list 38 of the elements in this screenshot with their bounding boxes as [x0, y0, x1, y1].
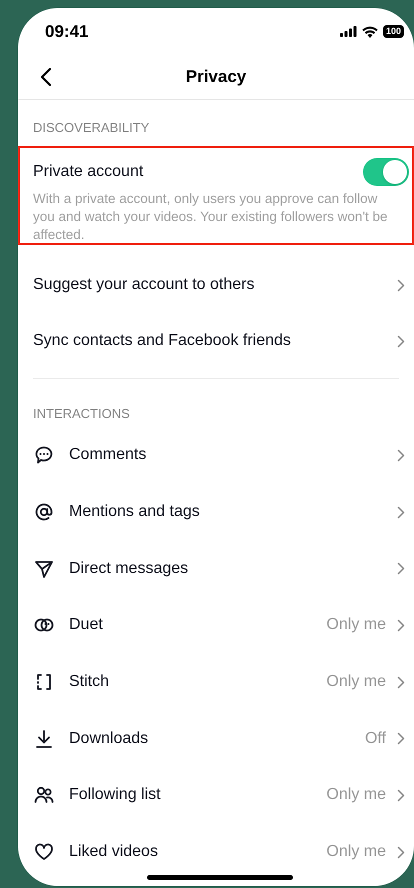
section-heading: INTERACTIONS [33, 405, 130, 424]
people-icon [34, 785, 54, 806]
chevron-icon [397, 788, 405, 802]
signal-icon [340, 26, 357, 37]
wifi-icon [362, 26, 378, 38]
status-time: 09:41 [45, 20, 88, 43]
settings-row[interactable]: Mentions and tags [18, 484, 414, 540]
chevron-icon [397, 278, 405, 292]
download-icon [34, 728, 54, 749]
heart-icon [34, 842, 54, 862]
chevron-icon [397, 334, 405, 348]
chevron-icon [397, 732, 405, 746]
back-icon [40, 67, 52, 87]
settings-row[interactable]: Liked videos Only me [18, 824, 414, 880]
settings-row[interactable]: Direct messages [18, 540, 414, 598]
chevron-icon [397, 448, 405, 462]
setting-description: With a private account, only users you approve can follow you and watch your videos. Your existing followers won't be affected. [33, 190, 389, 244]
section-heading: DISCOVERABILITY [33, 119, 150, 138]
settings-row[interactable]: Downloads Off [18, 710, 414, 768]
chevron-icon [397, 562, 405, 576]
settings-row[interactable]: Stitch Only me [18, 654, 414, 710]
page-title: Privacy [186, 66, 246, 88]
setting-label: Private account [33, 162, 144, 182]
chevron-icon [397, 618, 405, 632]
speech-bubble-icon [34, 445, 54, 466]
settings-row[interactable]: Sync contacts and Facebook friends [18, 313, 414, 369]
chevron-icon [397, 506, 405, 519]
at-sign-icon [34, 502, 54, 522]
settings-row[interactable]: Comments [18, 427, 414, 484]
battery-indicator: 100 [382, 25, 404, 38]
toggle-switch[interactable] [363, 158, 409, 186]
send-icon [34, 558, 54, 579]
settings-row[interactable]: Duet Only me [18, 597, 414, 654]
chevron-icon [397, 846, 405, 859]
settings-row[interactable]: Following list Only me [18, 767, 414, 824]
dashed-frame-icon [34, 672, 54, 692]
chevron-icon [397, 676, 405, 689]
settings-row[interactable]: Suggest your account to others [18, 257, 414, 313]
